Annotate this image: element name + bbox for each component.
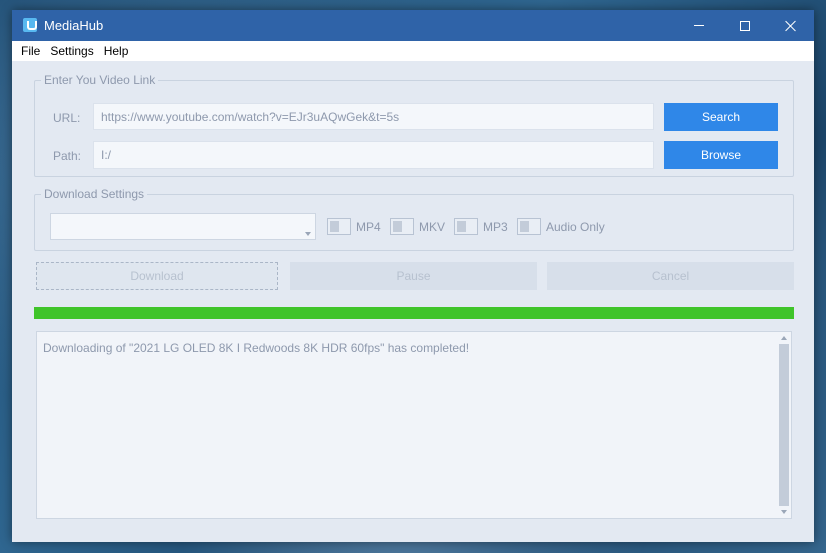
menu-bar: File Settings Help [12, 41, 814, 61]
menu-help[interactable]: Help [100, 44, 135, 58]
minimize-button[interactable] [676, 10, 722, 41]
scroll-down-arrow-icon[interactable] [781, 510, 787, 514]
log-output[interactable]: Downloading of "2021 LG OLED 8K I Redwoo… [36, 331, 792, 519]
mkv-toggle-label: MKV [419, 220, 446, 234]
cancel-button[interactable]: Cancel [547, 262, 794, 290]
mkv-toggle[interactable] [390, 218, 414, 235]
mp3-toggle-label: MP3 [483, 220, 508, 234]
browse-button[interactable]: Browse [664, 141, 778, 169]
minimize-icon [694, 25, 704, 26]
url-input[interactable] [93, 103, 654, 130]
mediahub-logo-icon [23, 18, 37, 32]
mp4-toggle-label: MP4 [356, 220, 381, 234]
download-button[interactable]: Download [36, 262, 278, 290]
title-bar[interactable]: MediaHub [12, 10, 814, 41]
chevron-down-icon [305, 232, 311, 236]
window-title: MediaHub [44, 18, 104, 33]
pause-button[interactable]: Pause [290, 262, 537, 290]
path-input[interactable] [93, 141, 654, 169]
app-window: MediaHub File Settings Help Enter You Vi… [12, 10, 814, 542]
url-label: URL: [53, 111, 81, 125]
download-progress-bar [34, 307, 794, 319]
log-scrollbar[interactable] [777, 332, 791, 518]
download-settings-legend: Download Settings [41, 187, 148, 201]
toggle-knob [520, 221, 529, 232]
maximize-button[interactable] [722, 10, 768, 41]
scroll-up-arrow-icon[interactable] [781, 336, 787, 340]
audio-only-toggle-label: Audio Only [546, 220, 605, 234]
mp3-toggle[interactable] [454, 218, 478, 235]
toggle-knob [330, 221, 339, 232]
path-label: Path: [53, 149, 82, 163]
scroll-thumb[interactable] [779, 344, 789, 506]
progress-fill [34, 307, 794, 319]
mp4-toggle[interactable] [327, 218, 351, 235]
toggle-knob [393, 221, 402, 232]
close-icon [785, 20, 797, 32]
format-dropdown[interactable] [50, 213, 316, 240]
menu-file[interactable]: File [12, 44, 46, 58]
video-link-group-legend: Enter You Video Link [41, 73, 159, 87]
toggle-knob [457, 221, 466, 232]
log-message: Downloading of "2021 LG OLED 8K I Redwoo… [43, 341, 470, 355]
menu-settings[interactable]: Settings [46, 44, 99, 58]
maximize-icon [740, 20, 750, 31]
audio-only-toggle[interactable] [517, 218, 541, 235]
main-panel: Enter You Video Link URL: Search Path: B… [12, 61, 814, 542]
search-button[interactable]: Search [664, 103, 778, 131]
close-button[interactable] [768, 10, 814, 41]
